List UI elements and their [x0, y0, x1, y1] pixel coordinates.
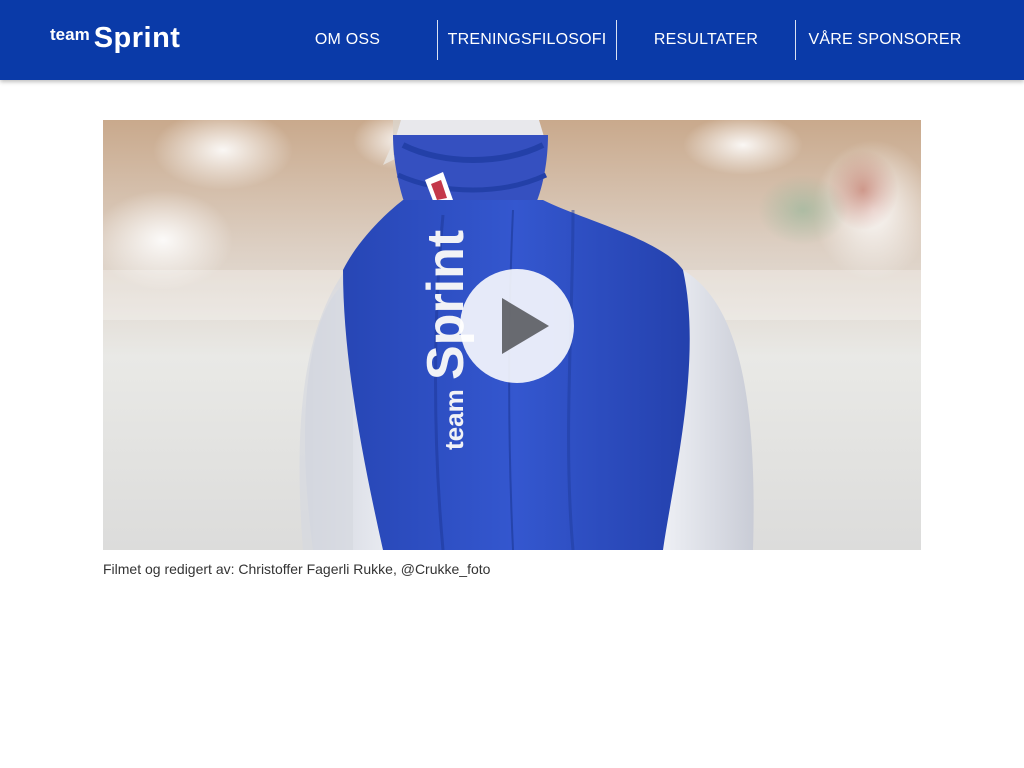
- logo-team-text: team: [50, 25, 90, 44]
- svg-text:team: team: [439, 389, 469, 450]
- play-icon: [502, 298, 549, 354]
- play-button[interactable]: [460, 269, 574, 383]
- logo-sprint-text: Sprint: [93, 22, 181, 54]
- team-sprint-logo[interactable]: team Sprint: [50, 22, 180, 58]
- nav-item-treningsfilosofi[interactable]: TRENINGSFILOSOFI: [437, 20, 616, 60]
- site-header: team Sprint OM OSS TRENINGSFILOSOFI RESU…: [0, 0, 1024, 80]
- video-caption: Filmet og redigert av: Christoffer Fager…: [103, 561, 491, 577]
- nav-item-vare-sponsorer[interactable]: VÅRE SPONSORER: [795, 20, 974, 60]
- nav-item-om-oss[interactable]: OM OSS: [258, 20, 437, 60]
- video-player[interactable]: team Sprint: [103, 120, 921, 550]
- main-nav: OM OSS TRENINGSFILOSOFI RESULTATER VÅRE …: [258, 20, 974, 60]
- nav-item-resultater[interactable]: RESULTATER: [616, 20, 795, 60]
